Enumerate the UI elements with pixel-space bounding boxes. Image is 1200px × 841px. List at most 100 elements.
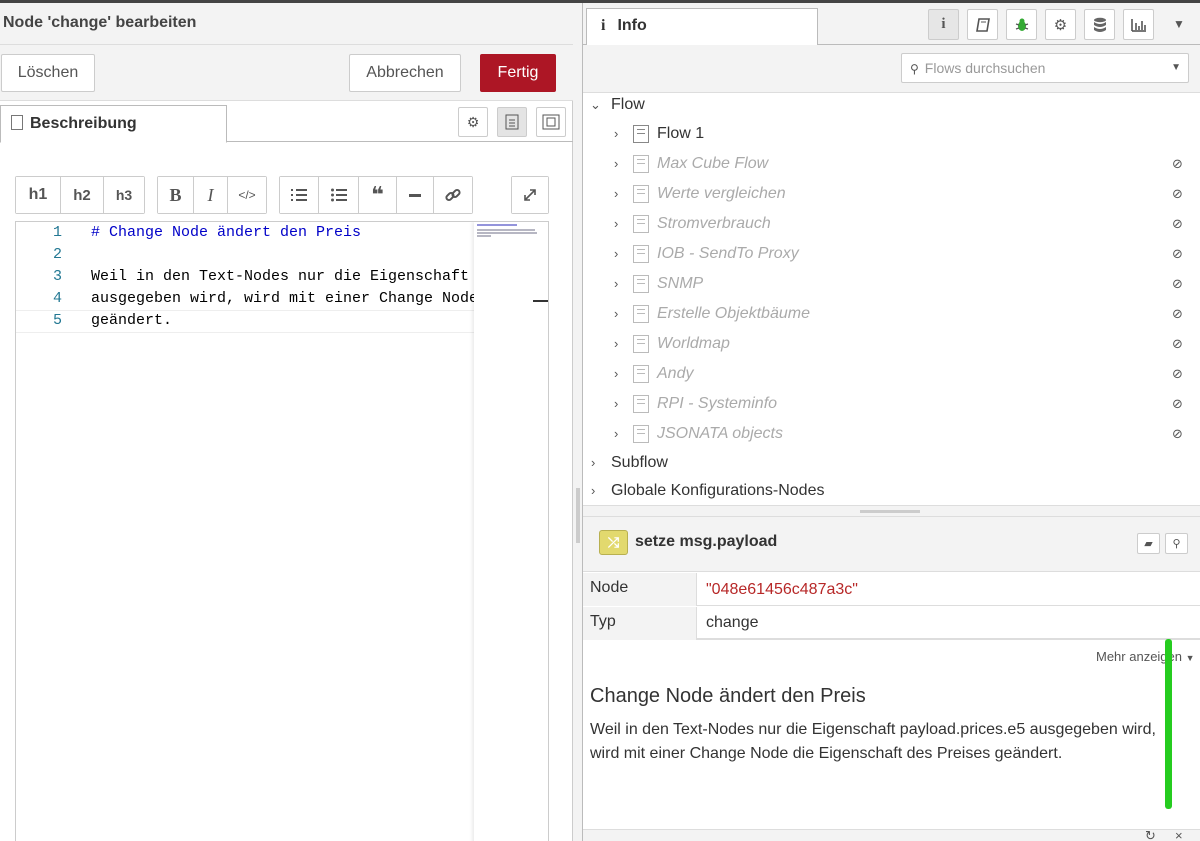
help-sidebar-button[interactable] [967, 9, 998, 40]
code-line: 3 Weil in den Text-Nodes nur die Eigensch… [16, 266, 476, 288]
flow-icon [633, 275, 649, 293]
splitter-handle[interactable] [576, 488, 580, 543]
bold-button[interactable]: B [158, 177, 194, 213]
horizontal-rule-icon [409, 193, 421, 197]
expand-button[interactable] [512, 177, 548, 213]
tab-description-label: Beschreibung [30, 115, 137, 132]
gear-icon: ⚙ [1053, 16, 1068, 34]
flow-icon [633, 365, 649, 383]
tree-item-flow[interactable]: › Werte vergleichen ⊘ [583, 179, 1200, 209]
h3-button[interactable]: h3 [104, 177, 144, 213]
flow-icon [633, 425, 649, 443]
unordered-list-button[interactable] [319, 177, 359, 213]
tree-section-flow[interactable]: ⌄ Flow [583, 90, 1200, 120]
sidebar-menu-chevron-down-icon[interactable]: ▼ [1173, 17, 1185, 31]
refresh-icon[interactable]: ↻ [1145, 828, 1156, 841]
appearance-tab-button[interactable] [536, 107, 566, 137]
change-node-icon: ⤮ [599, 530, 628, 555]
tree-item-flow[interactable]: › SNMP ⊘ [583, 269, 1200, 299]
context-sidebar-button[interactable] [1084, 9, 1115, 40]
scroll-highlight-bar [1165, 639, 1172, 809]
sidebar-footer: ↻ × [583, 828, 1200, 841]
horizontal-rule-button[interactable] [397, 177, 434, 213]
config-sidebar-button[interactable]: ⚙ [1045, 9, 1076, 40]
cancel-button[interactable]: Abbrechen [349, 54, 461, 92]
info-icon: i [601, 17, 606, 34]
search-icon: ⚲ [910, 62, 919, 76]
node-info-title: setze msg.payload [635, 533, 778, 550]
code-button[interactable]: </> [228, 177, 266, 213]
property-value[interactable]: "048e61456c487a3c" [706, 581, 858, 599]
node-properties-table: Node "048e61456c487a3c" Typ change [583, 573, 1200, 640]
flow-name: Stromverbrauch [657, 215, 771, 232]
flow-icon [633, 305, 649, 323]
info-sidebar-button[interactable]: i [928, 9, 959, 40]
flow-name: Flow 1 [657, 125, 705, 142]
show-more-link[interactable]: Mehr anzeigen ▼ [1096, 649, 1195, 664]
description-tab-button[interactable] [497, 107, 527, 137]
search-dropdown-chevron-down-icon[interactable]: ▼ [1171, 62, 1181, 73]
tree-item-flow[interactable]: › Andy ⊘ [583, 359, 1200, 389]
tree-section-config[interactable]: › Globale Konfigurations-Nodes [583, 476, 1200, 506]
chevron-right-icon: › [614, 426, 619, 441]
flow-name: Andy [657, 365, 694, 382]
help-title: Change Node ändert den Preis [590, 685, 866, 707]
tree-item-flow[interactable]: › Erstelle Objektbäume ⊘ [583, 299, 1200, 329]
flow-icon [633, 335, 649, 353]
code-line: 4 ausgegeben wird, wird mit einer Change … [16, 288, 478, 310]
editor-minimap[interactable] [474, 222, 548, 841]
flow-search-input[interactable]: ⚲ Flows durchsuchen ▼ [901, 53, 1189, 83]
line-number: 1 [52, 224, 62, 241]
block-toolbar: ❝ [279, 176, 473, 214]
disabled-icon: ⊘ [1172, 276, 1183, 291]
tree-item-flow[interactable]: › JSONATA objects ⊘ [583, 419, 1200, 449]
format-toolbar: B I </> [157, 176, 267, 214]
link-button[interactable] [434, 177, 472, 213]
tree-section-subflow[interactable]: › Subflow [583, 448, 1200, 478]
flow-name: IOB - SendTo Proxy [657, 245, 799, 262]
chevron-down-icon: ⌄ [590, 97, 601, 112]
property-key: Node [583, 573, 697, 606]
link-icon [445, 188, 461, 202]
node-reveal-button[interactable]: ⚲ [1165, 533, 1188, 554]
property-key: Typ [583, 607, 697, 640]
tree-item-flow[interactable]: › Stromverbrauch ⊘ [583, 209, 1200, 239]
tree-item-flow[interactable]: › IOB - SendTo Proxy ⊘ [583, 239, 1200, 269]
debug-sidebar-button[interactable] [1006, 9, 1037, 40]
search-placeholder: Flows durchsuchen [924, 60, 1046, 76]
tree-item-flow[interactable]: › Worldmap ⊘ [583, 329, 1200, 359]
tree-item-flow[interactable]: › Flow 1 [583, 119, 1200, 149]
delete-button[interactable]: Löschen [1, 54, 95, 92]
chevron-right-icon: › [614, 156, 619, 171]
panel-title: Node 'change' bearbeiten [0, 3, 573, 45]
panel-splitter[interactable] [573, 3, 583, 841]
code-line: 1 # Change Node ändert den Preis [16, 222, 476, 244]
close-icon[interactable]: × [1175, 828, 1183, 841]
quote-button[interactable]: ❝ [359, 177, 397, 213]
chevron-right-icon: › [614, 246, 619, 261]
tab-info[interactable]: i Info [586, 8, 818, 46]
settings-tab-button[interactable]: ⚙ [458, 107, 488, 137]
ordered-list-button[interactable] [280, 177, 319, 213]
book-icon: ▰ [1144, 538, 1153, 550]
italic-button[interactable]: I [194, 177, 228, 213]
chevron-right-icon: › [614, 216, 619, 231]
flow-icon [633, 395, 649, 413]
splitter-handle[interactable] [860, 510, 920, 513]
flow-icon [633, 125, 649, 143]
node-help-button[interactable]: ▰ [1137, 533, 1160, 554]
line-text: # Change Node ändert den Preis [91, 224, 362, 241]
dashboard-sidebar-button[interactable] [1123, 9, 1154, 40]
h1-button[interactable]: h1 [16, 177, 61, 213]
flow-name: Werte vergleichen [657, 185, 786, 202]
disabled-icon: ⊘ [1172, 336, 1183, 351]
tree-item-flow[interactable]: › RPI - Systeminfo ⊘ [583, 389, 1200, 419]
flow-search-bar: ⚲ Flows durchsuchen ▼ [583, 45, 1200, 93]
tree-item-flow[interactable]: › Max Cube Flow ⊘ [583, 149, 1200, 179]
markdown-editor[interactable]: 1 # Change Node ändert den Preis 2 3 Weil … [15, 221, 549, 841]
done-button[interactable]: Fertig [480, 54, 556, 92]
line-number: 2 [52, 246, 62, 263]
h2-button[interactable]: h2 [61, 177, 104, 213]
flow-icon [633, 185, 649, 203]
tab-description[interactable]: Beschreibung [0, 105, 227, 143]
